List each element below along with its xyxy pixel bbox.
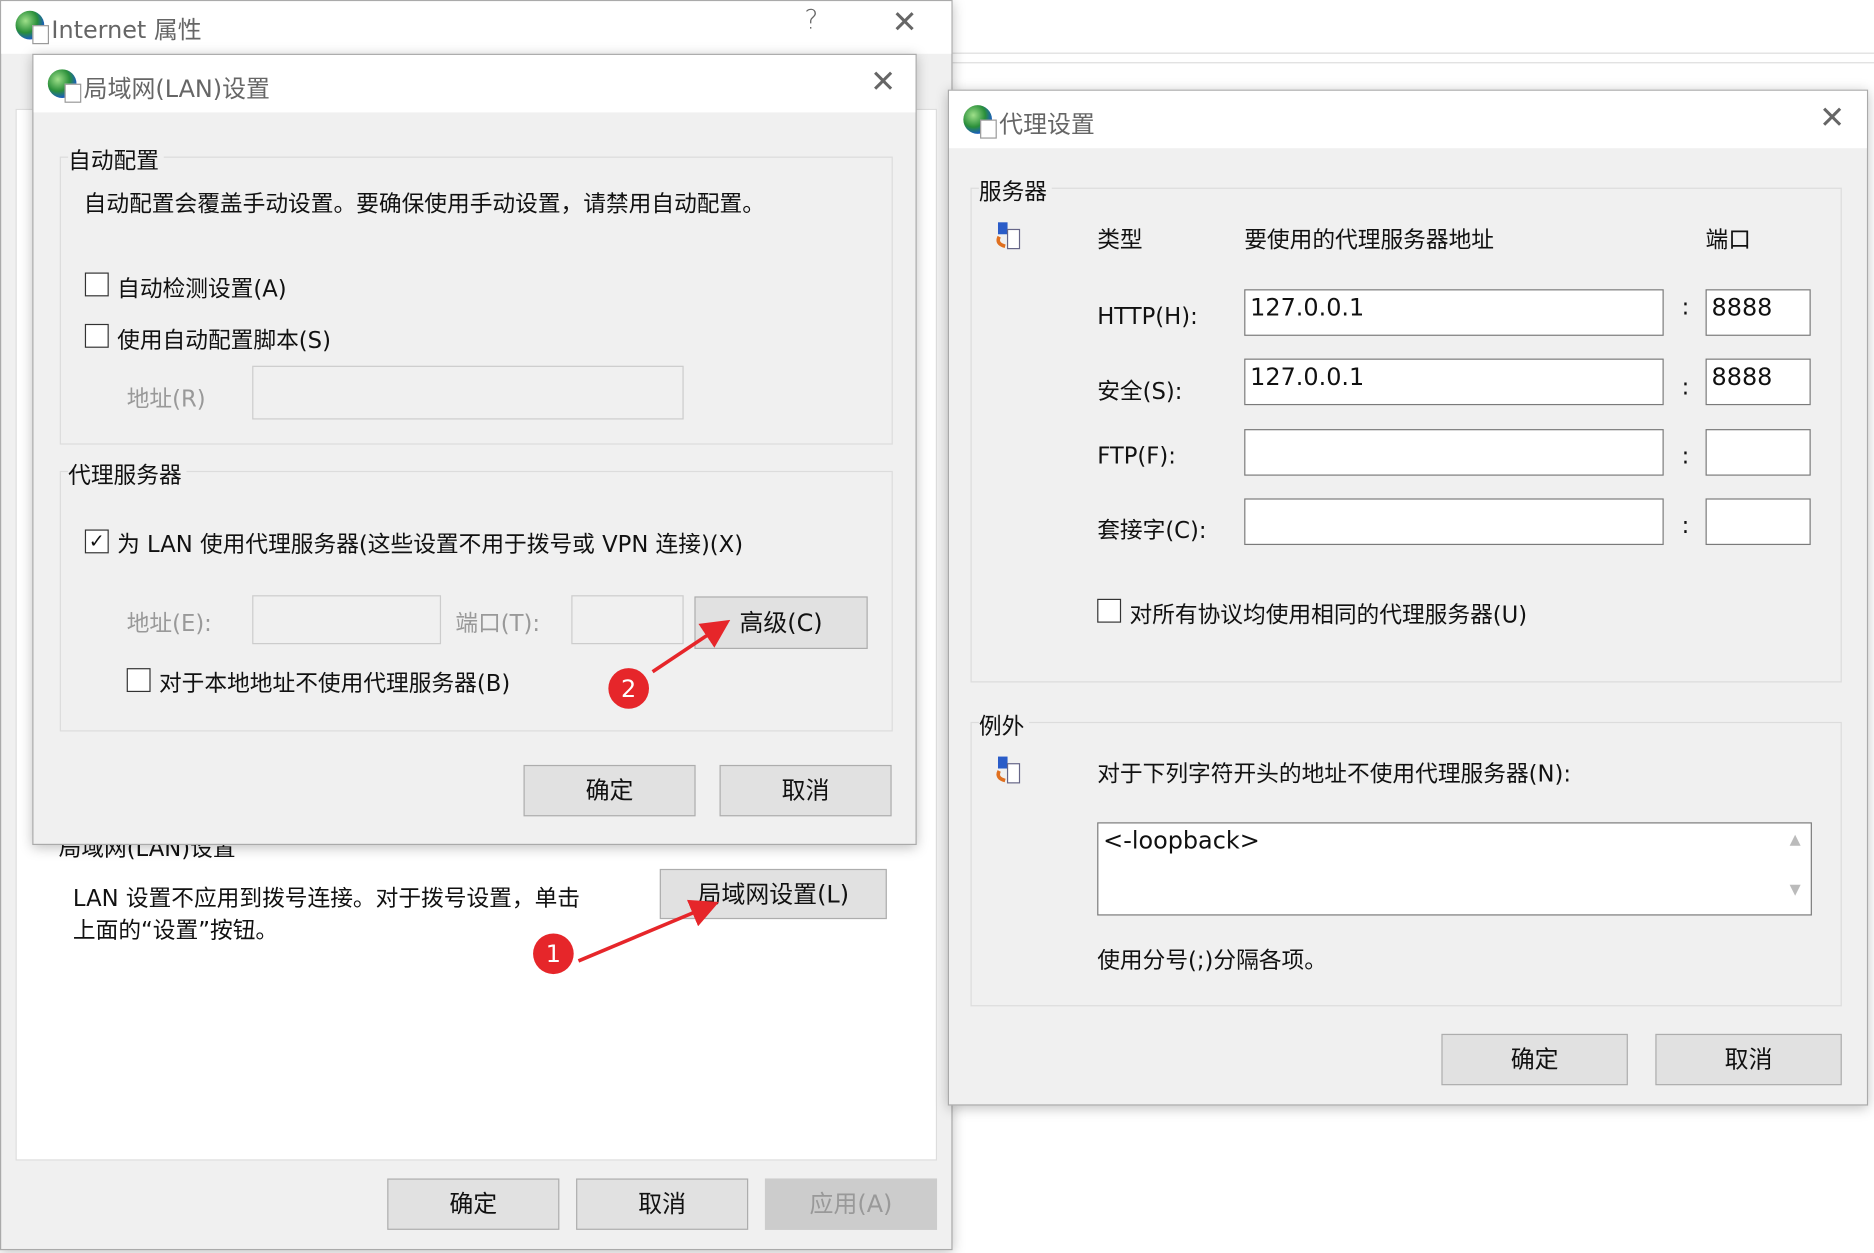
step-1-badge: 1	[533, 933, 574, 975]
annotation-arrows	[577, 619, 731, 963]
arrow-2	[651, 619, 731, 674]
arrow-1	[577, 899, 719, 963]
step-2-badge: 2	[608, 668, 649, 709]
